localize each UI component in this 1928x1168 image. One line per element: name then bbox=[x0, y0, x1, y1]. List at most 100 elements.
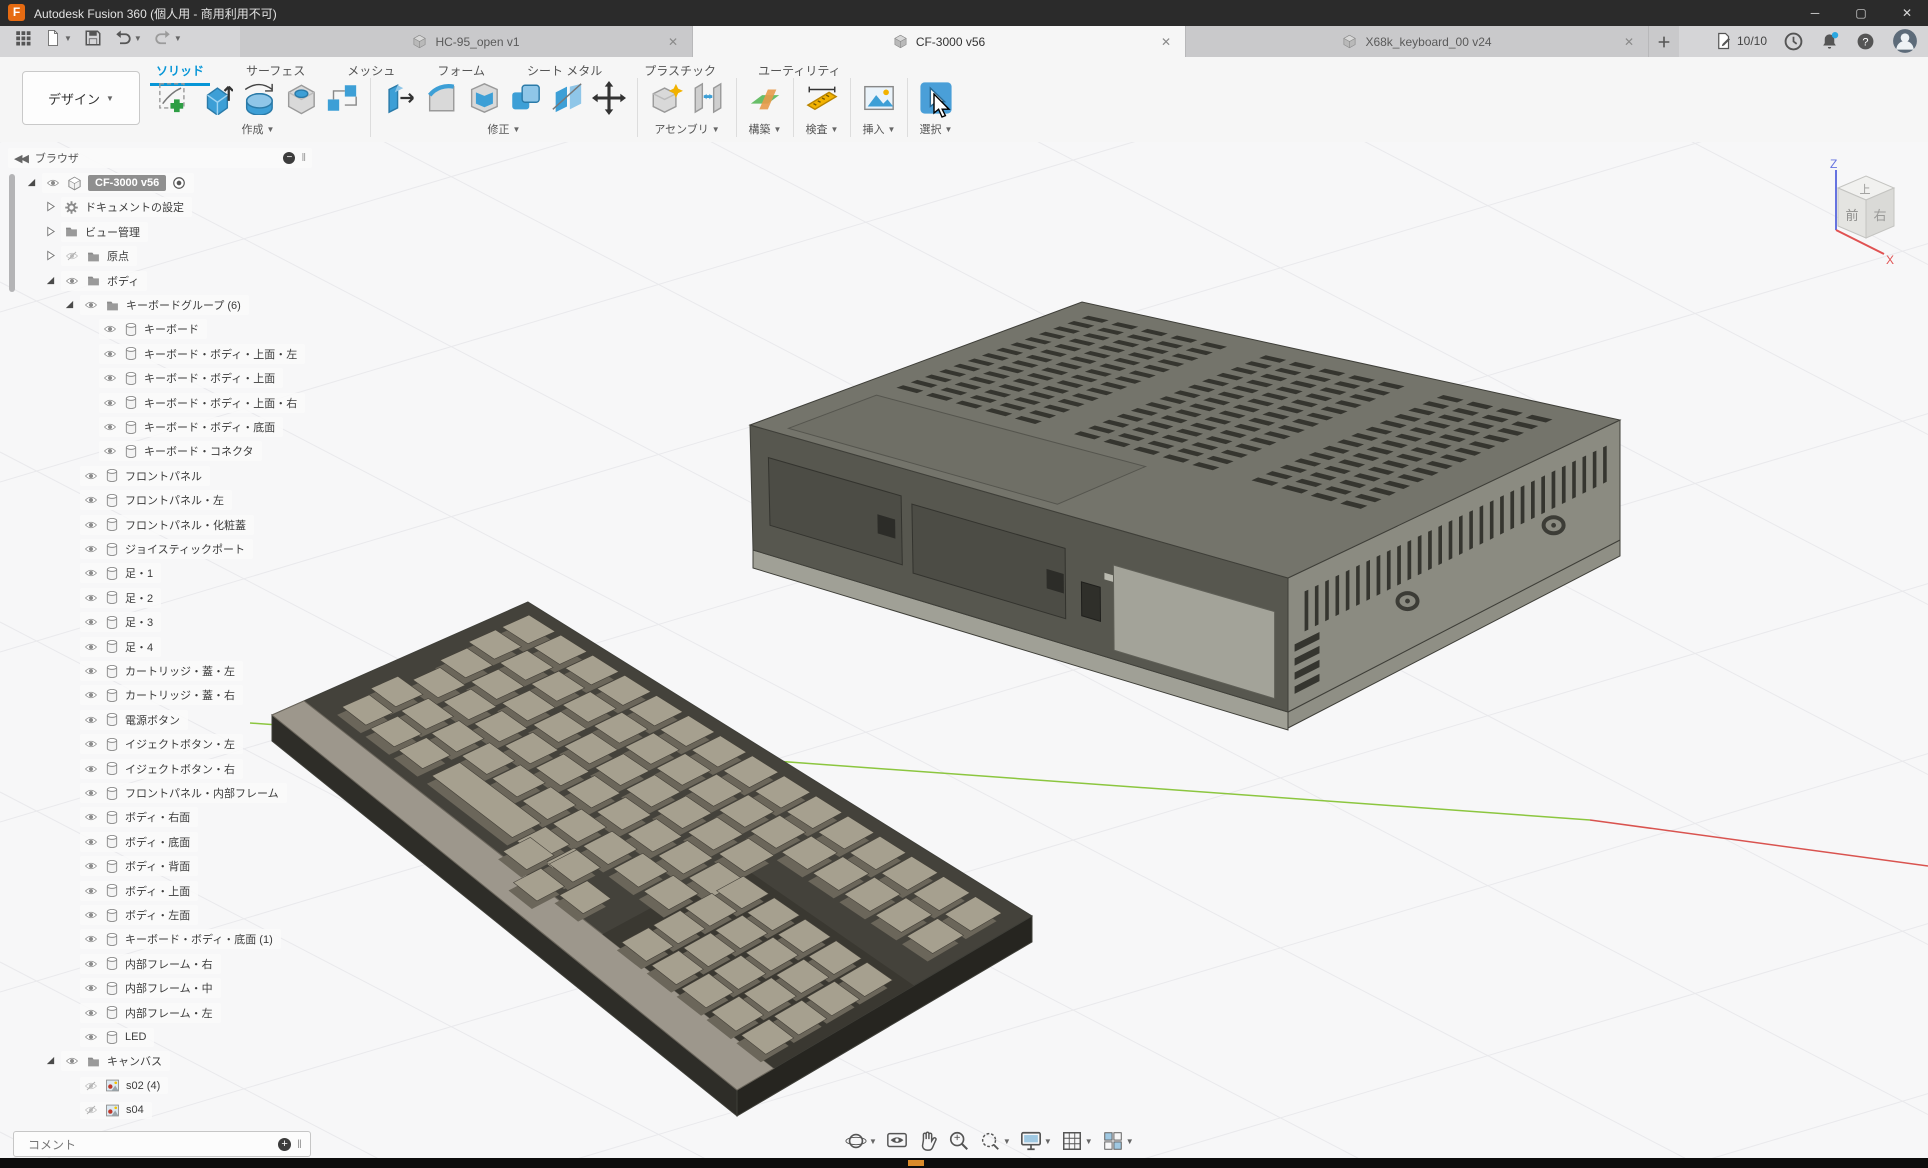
tree-row[interactable]: キーボード・ボディ・底面 (1) bbox=[64, 928, 281, 950]
minimize-icon[interactable]: ─ bbox=[1804, 4, 1826, 22]
eye-icon[interactable] bbox=[83, 933, 99, 945]
viewports-button[interactable]: ▼ bbox=[1102, 1130, 1134, 1152]
joint-icon[interactable] bbox=[691, 81, 725, 115]
ribbon-group-label[interactable]: 構築▼ bbox=[749, 121, 782, 137]
display-settings-icon[interactable] bbox=[1020, 1130, 1042, 1152]
extrude-icon[interactable] bbox=[199, 81, 233, 115]
document-tab-1[interactable]: HC-95_open v1✕ bbox=[240, 26, 693, 57]
eye-off-icon[interactable] bbox=[64, 250, 80, 262]
combine-icon[interactable] bbox=[508, 81, 542, 115]
timeline-marker[interactable] bbox=[908, 1160, 924, 1166]
undo-button[interactable]: ▼ bbox=[114, 29, 142, 47]
hole-icon[interactable] bbox=[283, 81, 317, 115]
eye-icon[interactable] bbox=[83, 958, 99, 970]
redo-button[interactable]: ▼ bbox=[154, 29, 182, 47]
eye-off-icon[interactable] bbox=[83, 1104, 99, 1116]
grip-icon[interactable]: ‖ bbox=[297, 1137, 302, 1151]
tree-row[interactable]: キーボード・ボディ・上面・右 bbox=[83, 392, 305, 414]
eye-icon[interactable] bbox=[83, 787, 99, 799]
ribbon-group-label[interactable]: 選択▼ bbox=[920, 121, 953, 137]
display-settings-button[interactable]: ▼ bbox=[1020, 1130, 1052, 1152]
insert-canvas-icon[interactable] bbox=[862, 81, 896, 115]
eye-icon[interactable] bbox=[64, 1055, 80, 1067]
look-at-button[interactable] bbox=[886, 1130, 908, 1152]
tree-row[interactable]: 足・1 bbox=[64, 562, 161, 584]
tree-row[interactable]: ボディ・背面 bbox=[64, 855, 198, 877]
version-badge[interactable]: 10/10 bbox=[1715, 32, 1767, 50]
tree-row[interactable]: キーボード・ボディ・底面 bbox=[83, 416, 283, 438]
revolve-icon[interactable] bbox=[241, 81, 275, 115]
expand-closed-icon[interactable] bbox=[45, 226, 57, 238]
eye-icon[interactable] bbox=[102, 348, 118, 360]
tab-close-icon[interactable]: ✕ bbox=[1624, 35, 1634, 49]
new-component-icon[interactable] bbox=[649, 81, 683, 115]
tree-row[interactable]: ジョイスティックポート bbox=[64, 538, 253, 560]
tree-row[interactable]: フロントパネル・化粧蓋 bbox=[64, 514, 254, 536]
tree-row[interactable]: 内部フレーム・左 bbox=[64, 1002, 221, 1024]
expand-open-icon[interactable] bbox=[64, 299, 76, 311]
eye-icon[interactable] bbox=[83, 616, 99, 628]
press-pull-icon[interactable] bbox=[382, 81, 416, 115]
tree-row[interactable]: カートリッジ・蓋・左 bbox=[64, 660, 243, 682]
pan-button[interactable] bbox=[917, 1130, 939, 1152]
save-button[interactable] bbox=[84, 29, 102, 47]
add-comment-icon[interactable]: + bbox=[278, 1138, 291, 1151]
eye-icon[interactable] bbox=[83, 885, 99, 897]
zoom-icon[interactable] bbox=[948, 1130, 970, 1152]
file-new-button[interactable]: ▼ bbox=[44, 29, 72, 47]
eye-icon[interactable] bbox=[64, 275, 80, 287]
expand-open-icon[interactable] bbox=[45, 1055, 57, 1067]
tree-row[interactable]: キーボード・ボディ・上面・左 bbox=[83, 343, 305, 365]
workspace-selector[interactable]: デザイン ▼ bbox=[22, 71, 140, 125]
tree-row[interactable]: s02 (4) bbox=[64, 1075, 168, 1097]
tree-row[interactable]: キャンバス bbox=[45, 1050, 170, 1072]
tree-row[interactable]: 電源ボタン bbox=[64, 709, 188, 731]
ribbon-group-label[interactable]: 検査▼ bbox=[806, 121, 839, 137]
timeline-bar[interactable] bbox=[0, 1158, 1928, 1168]
construction-plane-icon[interactable] bbox=[748, 81, 782, 115]
eye-icon[interactable] bbox=[45, 177, 61, 189]
tree-row[interactable]: フロントパネル・内部フレーム bbox=[64, 782, 287, 804]
eye-icon[interactable] bbox=[83, 811, 99, 823]
tree-row[interactable]: イジェクトボタン・右 bbox=[64, 758, 243, 780]
eye-icon[interactable] bbox=[83, 738, 99, 750]
tree-row[interactable]: キーボード・ボディ・上面 bbox=[83, 367, 283, 389]
eye-icon[interactable] bbox=[83, 982, 99, 994]
fit-button[interactable]: ▼ bbox=[979, 1130, 1011, 1152]
maximize-icon[interactable]: ▢ bbox=[1850, 4, 1872, 22]
file-new-icon[interactable] bbox=[44, 29, 62, 47]
activate-radio-icon[interactable] bbox=[172, 176, 186, 190]
new-tab-button[interactable] bbox=[1649, 26, 1679, 57]
redo-icon[interactable] bbox=[154, 29, 172, 47]
tree-row[interactable]: キーボード bbox=[83, 318, 207, 340]
eye-icon[interactable] bbox=[83, 836, 99, 848]
fillet-icon[interactable] bbox=[424, 81, 458, 115]
rectangular-pattern-icon[interactable] bbox=[325, 81, 359, 115]
shell-icon[interactable] bbox=[466, 81, 500, 115]
viewport-3d[interactable]: 上前右ZX ◀◀ ブラウザ − ‖ CF-3000 v56ドキュメントの設定ビュ… bbox=[0, 142, 1928, 1158]
comment-box[interactable]: コメント + ‖ bbox=[13, 1131, 311, 1157]
fit-icon[interactable] bbox=[979, 1130, 1001, 1152]
viewports-icon[interactable] bbox=[1102, 1130, 1124, 1152]
tree-row[interactable]: 原点 bbox=[45, 245, 137, 267]
eye-icon[interactable] bbox=[83, 763, 99, 775]
eye-icon[interactable] bbox=[83, 909, 99, 921]
tree-row[interactable]: ボディ・上面 bbox=[64, 880, 198, 902]
eye-icon[interactable] bbox=[83, 470, 99, 482]
document-cube-icon[interactable] bbox=[1342, 34, 1357, 49]
eye-icon[interactable] bbox=[83, 860, 99, 872]
tree-row[interactable]: ボディ・右面 bbox=[64, 806, 198, 828]
grid-settings-button[interactable]: ▼ bbox=[1061, 1130, 1093, 1152]
eye-icon[interactable] bbox=[83, 641, 99, 653]
app-grid-icon[interactable] bbox=[14, 29, 32, 47]
tree-row[interactable]: s04 bbox=[64, 1099, 152, 1121]
tree-row[interactable]: キーボード・コネクタ bbox=[83, 440, 262, 462]
bell-icon[interactable] bbox=[1820, 32, 1839, 51]
eye-icon[interactable] bbox=[102, 421, 118, 433]
avatar[interactable] bbox=[1892, 28, 1918, 54]
tree-row[interactable]: フロントパネル・左 bbox=[64, 489, 232, 511]
eye-icon[interactable] bbox=[83, 665, 99, 677]
document-cube-icon[interactable] bbox=[412, 34, 427, 49]
grid-settings-icon[interactable] bbox=[1061, 1130, 1083, 1152]
tree-row[interactable]: ボディ・左面 bbox=[64, 904, 198, 926]
